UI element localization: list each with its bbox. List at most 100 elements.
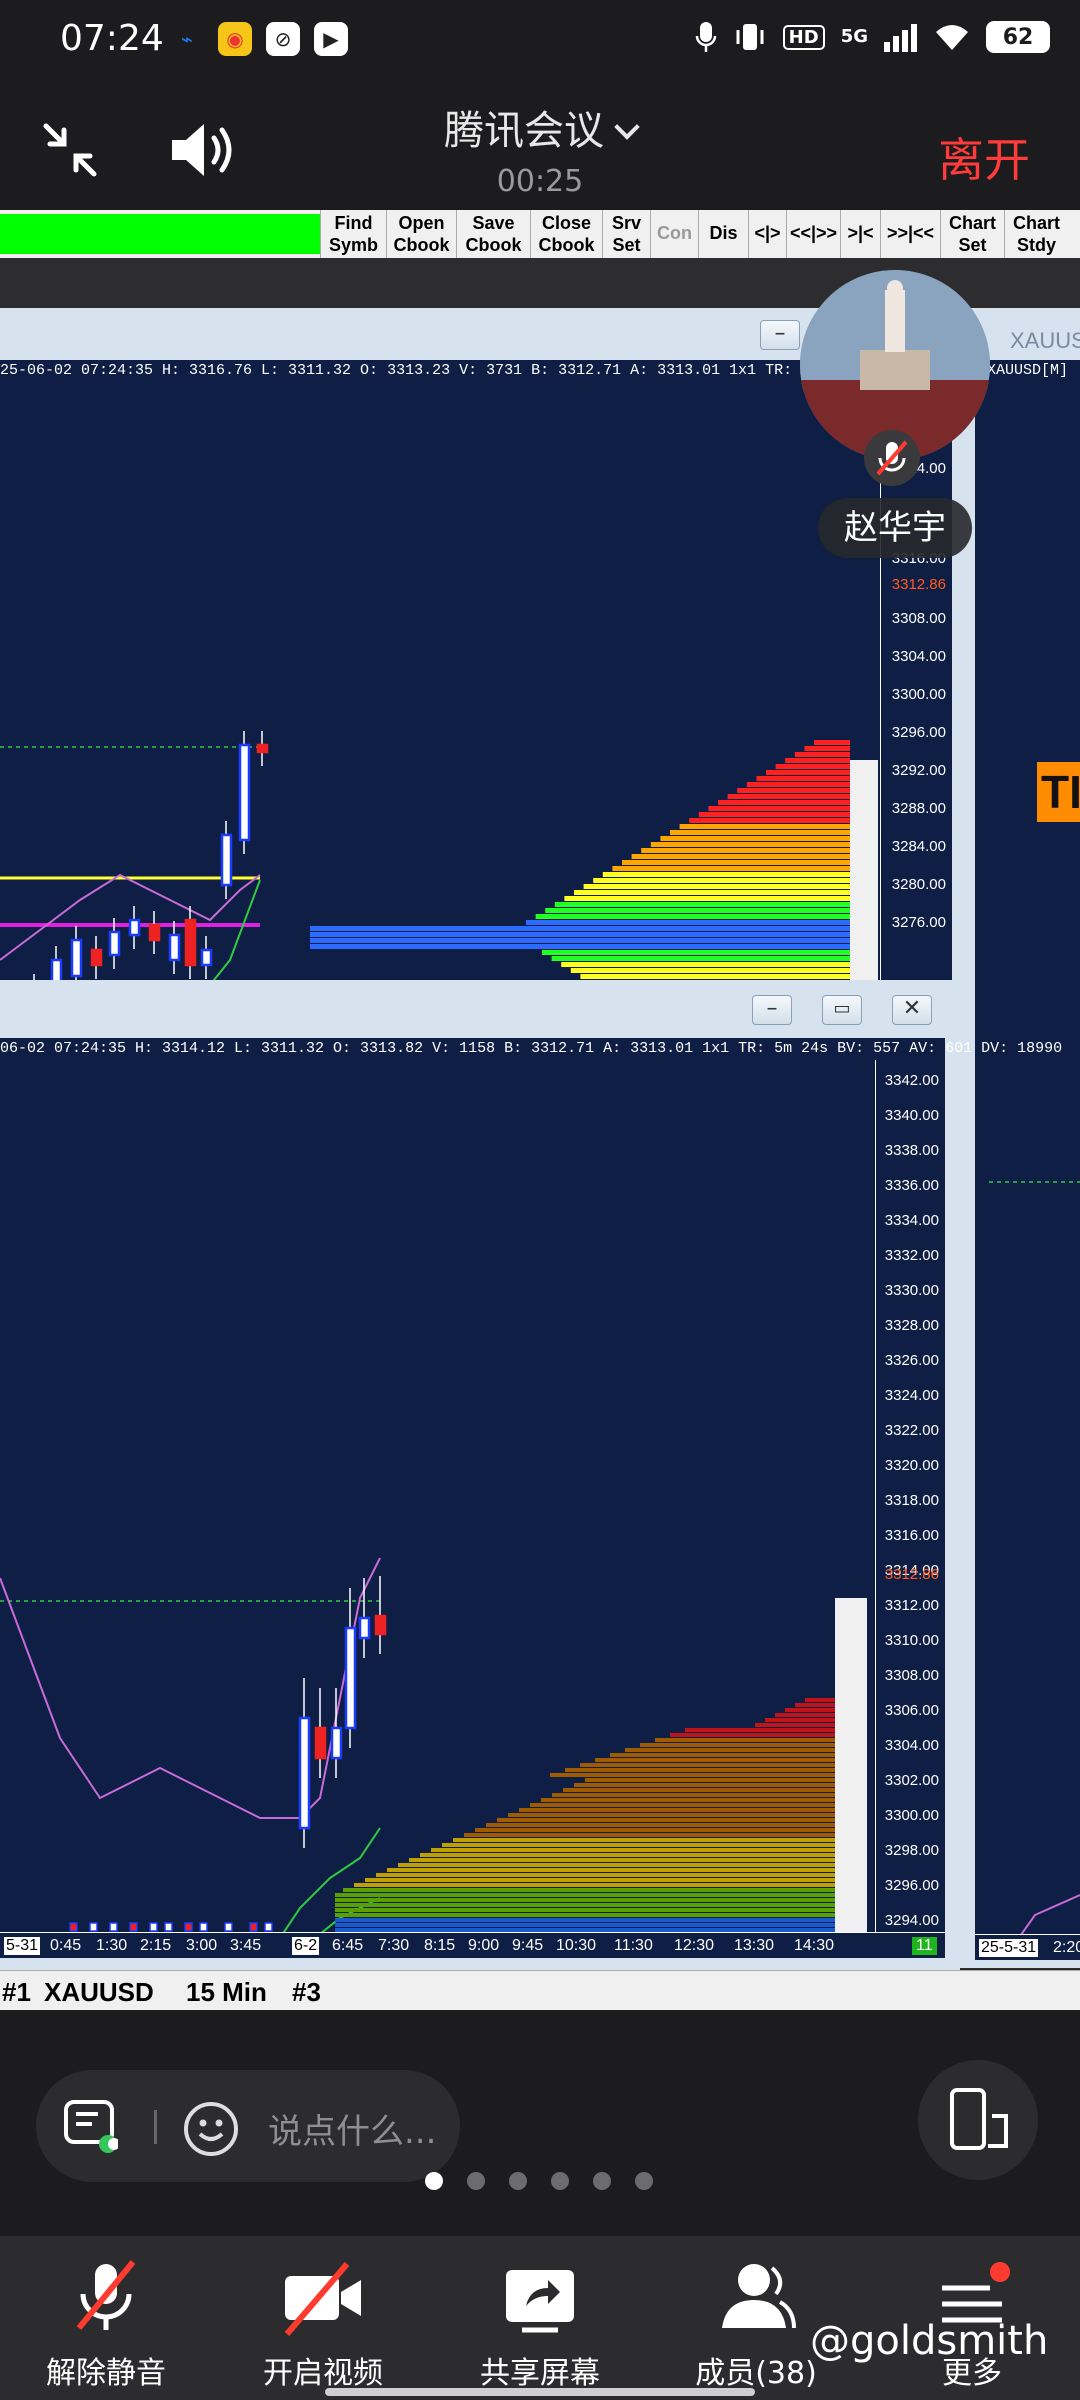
toolbar-button-label: Cbook: [465, 235, 522, 255]
home-indicator[interactable]: [325, 2388, 755, 2396]
volume-profile-bar: [795, 1703, 835, 1707]
volume-profile-bar: [561, 962, 850, 967]
toolbar-button[interactable]: Srv Set: [602, 210, 650, 258]
toolbar-button[interactable]: Find Symb: [320, 210, 386, 258]
video-off-icon: [284, 2262, 361, 2336]
tab-symbol[interactable]: XAUUSD: [44, 1977, 154, 2008]
share-screen-label: 共享屏幕: [480, 2356, 600, 2391]
volume-profile-bar: [737, 788, 850, 793]
price-tick: 3294.00: [884, 1912, 939, 1929]
volume-profile-bar: [746, 782, 850, 787]
minimize-button[interactable]: –: [752, 995, 792, 1025]
page-dot[interactable]: [635, 2172, 653, 2190]
tab-timeframe[interactable]: 15 Min: [186, 1977, 267, 2008]
share-screen-button[interactable]: 共享屏幕: [450, 2236, 630, 2400]
price-tick: 3340.00: [884, 1107, 939, 1124]
emoji-icon[interactable]: [182, 2100, 240, 2158]
page-dot[interactable]: [593, 2172, 611, 2190]
toolbar-button[interactable]: Save Cbook: [456, 210, 530, 258]
toolbar-button-label: >>|<<: [886, 223, 935, 243]
volume-profile-bar: [486, 1823, 835, 1827]
price-tick: 3276.00: [891, 914, 946, 931]
candle: [199, 1922, 208, 1932]
status-indicators: HD 5G 62: [695, 20, 1050, 54]
toolbar-button[interactable]: Chart Set: [940, 210, 1004, 258]
close-button[interactable]: ✕: [892, 995, 932, 1025]
candle: [89, 1922, 98, 1932]
toolbar-button[interactable]: >>|<<: [880, 210, 940, 258]
price-tick: 3342.00: [884, 1072, 939, 1089]
participant-mute-badge: [864, 430, 920, 486]
toolbar-button[interactable]: >|<: [840, 210, 880, 258]
time-tick: 13:30: [734, 1937, 775, 1954]
app-notification-icon: ⌁: [180, 27, 194, 51]
volume-profile-bar: [464, 1833, 835, 1837]
candle: [168, 933, 181, 962]
volume-profile-bar: [640, 1743, 835, 1747]
volume-profile-bar: [679, 824, 850, 829]
time-tick: 8:15: [424, 1937, 456, 1954]
toolbar-button-label: Set: [958, 235, 987, 255]
switch-device-button[interactable]: [918, 2060, 1038, 2180]
page-indicator: [425, 2172, 653, 2190]
toolbar-button-label: Cbook: [538, 235, 595, 255]
volume-profile-bar: [310, 926, 850, 931]
toolbar-button[interactable]: Open Cbook: [386, 210, 456, 258]
toolbar-status-bar: [0, 214, 320, 254]
price-tick: 3280.00: [891, 876, 946, 893]
chat-input[interactable]: 说点什么...: [268, 2104, 436, 2153]
tab-chart-3[interactable]: #3: [292, 1977, 321, 2008]
candle: [184, 918, 197, 967]
meeting-title[interactable]: 腾讯会议: [0, 98, 1080, 156]
time-tick: 1:30: [96, 1937, 128, 1954]
candle: [249, 1922, 258, 1932]
volume-profile-bar: [580, 974, 850, 979]
meeting-timer: 00:25: [496, 164, 584, 199]
hd-badge: HD: [782, 24, 825, 50]
toolbar-button[interactable]: <<|>>: [786, 210, 840, 258]
start-video-button[interactable]: 开启视频: [233, 2236, 413, 2400]
time-tick: 12:30: [674, 1937, 715, 1954]
volume-profile-bar: [580, 1763, 835, 1767]
members-icon: [722, 2264, 796, 2329]
page-dot[interactable]: [425, 2172, 443, 2190]
candle: [69, 1922, 78, 1932]
toolbar-button-label: Chart: [1012, 213, 1060, 233]
price-tick: 3306.00: [884, 1702, 939, 1719]
chat-icon[interactable]: [62, 2098, 118, 2154]
toolbar-button[interactable]: <|>: [748, 210, 786, 258]
minimize-button[interactable]: –: [760, 320, 800, 350]
toolbar-button[interactable]: Con: [650, 210, 698, 258]
page-dot[interactable]: [551, 2172, 569, 2190]
status-time: 07:24: [60, 18, 164, 59]
volume-profile-bar: [563, 1788, 835, 1792]
volume-profile-bar: [475, 1828, 835, 1832]
price-tick: 3296.00: [891, 724, 946, 741]
unmute-button[interactable]: 解除静音: [16, 2236, 196, 2400]
toolbar-button[interactable]: Close Cbook: [530, 210, 602, 258]
volume-profile-bar: [583, 884, 850, 889]
meeting-header: 腾讯会议 00:25 离开: [0, 80, 1080, 210]
volume-profile-bar: [335, 1913, 835, 1917]
volume-profile-bar: [685, 1728, 835, 1732]
volume-profile-bar: [650, 842, 850, 847]
tab-chart-1[interactable]: #1: [2, 1977, 31, 2008]
price-tick: 3296.00: [884, 1877, 939, 1894]
price-tick: 3324.00: [884, 1387, 939, 1404]
price-tick: 3320.00: [884, 1457, 939, 1474]
volume-profile-bar: [655, 1738, 835, 1742]
toolbar-button[interactable]: Chart Stdy: [1004, 210, 1068, 258]
volume-profile-bar: [550, 1773, 835, 1777]
page-dot[interactable]: [509, 2172, 527, 2190]
time-tick: 2:15: [140, 1937, 172, 1954]
price-tick: 3338.00: [884, 1142, 939, 1159]
maximize-button[interactable]: ▭: [822, 995, 862, 1025]
page-dot[interactable]: [467, 2172, 485, 2190]
toolbar-button[interactable]: Dis: [698, 210, 748, 258]
leave-button[interactable]: 离开: [938, 124, 1030, 190]
chat-bar[interactable]: 说点什么...: [36, 2070, 460, 2182]
candle: [314, 1726, 327, 1760]
volume-profile-bar: [545, 908, 850, 913]
volume-profile-bar: [794, 752, 850, 757]
volume-profile-bar: [365, 1878, 835, 1882]
